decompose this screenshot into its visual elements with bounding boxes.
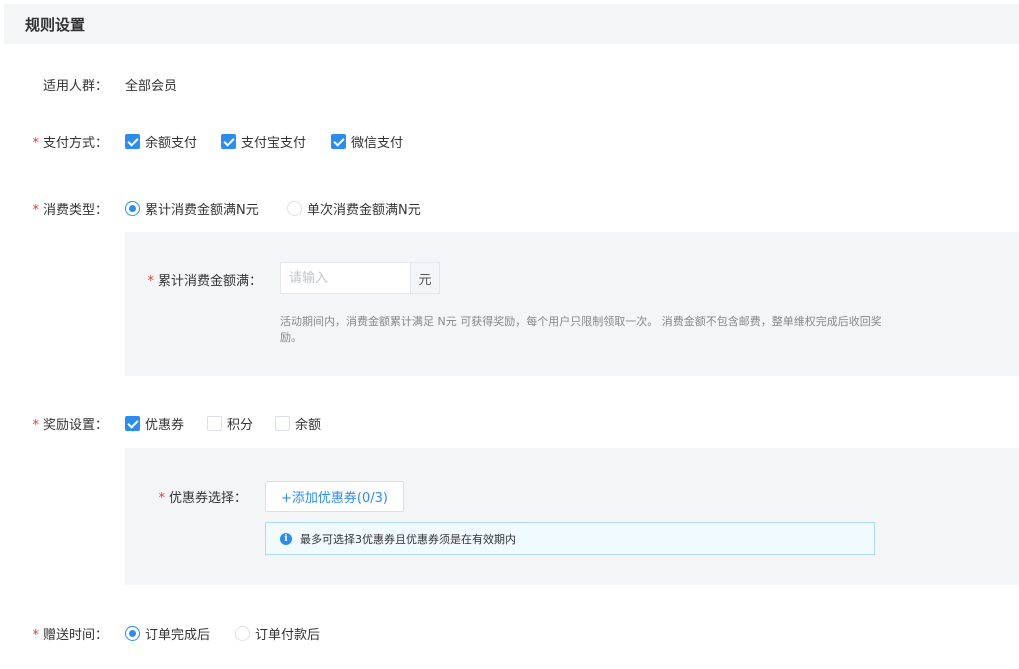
section-header: 规则设置 xyxy=(4,4,1019,44)
coupon-label: * 优惠券选择： xyxy=(158,491,247,506)
coupon-info-alert: i 最多可选择3优惠券且优惠券须是在有效期内 xyxy=(265,522,875,555)
checkbox-checked-icon[interactable] xyxy=(125,416,140,431)
radio-selected-icon[interactable] xyxy=(125,201,140,216)
gift-time-option-order-complete[interactable]: 订单完成后 xyxy=(125,624,210,643)
reward-option-points[interactable]: 积分 xyxy=(207,414,253,433)
reward-row: * 奖励设置： 优惠券 积分 余额 xyxy=(0,413,1019,433)
audience-label: 适用人群： xyxy=(42,79,108,94)
threshold-label: * 累计消费金额满： xyxy=(147,274,262,289)
gift-time-option-order-paid[interactable]: 订单付款后 xyxy=(235,624,320,643)
section-title: 规则设置 xyxy=(25,16,86,34)
consume-type-option-single[interactable]: 单次消费金额满N元 xyxy=(287,199,421,218)
checkbox-checked-icon[interactable] xyxy=(331,134,346,149)
radio-unselected-icon[interactable] xyxy=(235,626,250,641)
threshold-input-group: 元 xyxy=(280,262,440,294)
payment-option-balance[interactable]: 余额支付 xyxy=(125,132,197,151)
audience-value: 全部会员 xyxy=(125,79,178,94)
reward-option-coupon[interactable]: 优惠券 xyxy=(125,414,184,433)
consume-type-row: * 消费类型： 累计消费金额满N元 单次消费金额满N元 xyxy=(0,198,1019,218)
radio-selected-icon[interactable] xyxy=(125,626,140,641)
reward-label: * 奖励设置： xyxy=(32,418,108,433)
consume-type-label: * 消费类型： xyxy=(32,203,108,218)
gift-time-row: * 赠送时间： 订单完成后 订单付款后 xyxy=(0,623,1019,643)
payment-row: * 支付方式： 余额支付 支付宝支付 微信支付 xyxy=(0,131,1019,151)
gift-time-label: * 赠送时间： xyxy=(32,628,108,643)
threshold-row: * 累计消费金额满： xyxy=(0,269,1019,289)
consume-type-option-cumulative[interactable]: 累计消费金额满N元 xyxy=(125,199,259,218)
threshold-panel xyxy=(125,232,1019,376)
payment-option-wechat[interactable]: 微信支付 xyxy=(331,132,403,151)
info-icon: i xyxy=(280,532,292,545)
add-coupon-button[interactable]: +添加优惠券(0/3) xyxy=(265,481,404,512)
threshold-input[interactable] xyxy=(280,262,410,294)
checkbox-checked-icon[interactable] xyxy=(221,134,236,149)
unit-addon: 元 xyxy=(410,262,440,294)
payment-option-alipay[interactable]: 支付宝支付 xyxy=(221,132,306,151)
checkbox-checked-icon[interactable] xyxy=(125,134,140,149)
threshold-hint: 活动期间内，消费金额累计满足 N元 可获得奖励，每个用户只限制领取一次。 消费金… xyxy=(280,315,882,344)
required-mark: * xyxy=(32,136,39,151)
audience-row: 适用人群： 全部会员 xyxy=(0,74,1019,94)
radio-unselected-icon[interactable] xyxy=(287,201,302,216)
reward-option-balance[interactable]: 余额 xyxy=(275,414,321,433)
coupon-panel xyxy=(125,448,1019,585)
checkbox-unchecked-icon[interactable] xyxy=(207,416,222,431)
payment-label: * 支付方式： xyxy=(32,136,108,151)
checkbox-unchecked-icon[interactable] xyxy=(275,416,290,431)
coupon-row: * 优惠券选择： xyxy=(0,486,1019,506)
coupon-info-text: 最多可选择3优惠券且优惠券须是在有效期内 xyxy=(300,532,516,546)
